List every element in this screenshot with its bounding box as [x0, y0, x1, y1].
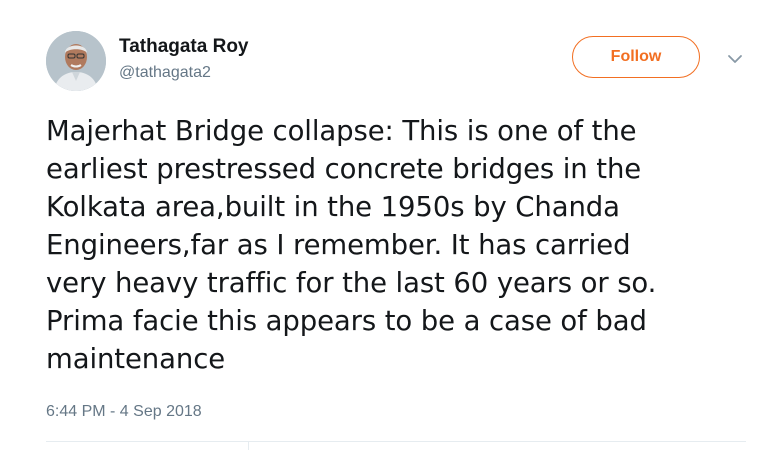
tweet-timestamp[interactable]: 6:44 PM - 4 Sep 2018 — [46, 403, 202, 421]
divider — [46, 441, 746, 442]
tweet-text: Majerhat Bridge collapse: This is one of… — [46, 115, 657, 375]
avatar[interactable] — [46, 31, 106, 91]
user-name[interactable]: Tathagata Roy — [119, 36, 249, 58]
tweet-card: Tathagata Roy @tathagata2 Follow Majerha… — [0, 0, 777, 450]
user-handle[interactable]: @tathagata2 — [119, 64, 211, 82]
follow-button-label: Follow — [610, 48, 662, 65]
profile-photo-icon — [46, 31, 106, 91]
chevron-down-icon[interactable] — [726, 52, 744, 64]
follow-button[interactable]: Follow — [572, 36, 700, 78]
divider-tick — [248, 441, 249, 450]
